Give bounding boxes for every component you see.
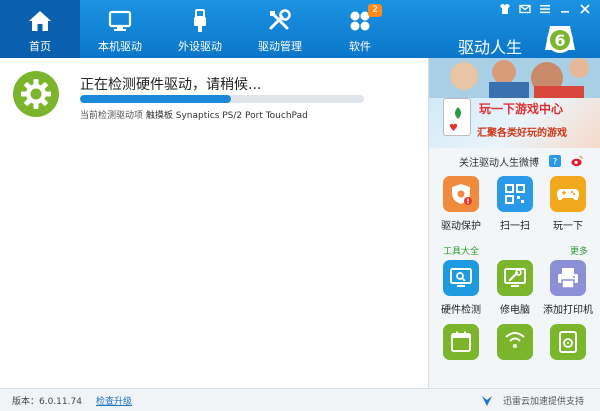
scan-status-label: 当前检测驱动项 bbox=[80, 111, 144, 121]
tool-driver-protection[interactable]: 驱动保护 bbox=[433, 176, 489, 232]
printer-icon bbox=[550, 260, 586, 296]
scan-status-indicator bbox=[13, 71, 59, 117]
nav-driver-management-label: 驱动管理 bbox=[258, 40, 302, 53]
qq-icon[interactable]: ? bbox=[549, 155, 561, 167]
top-navigation-bar: 首页 本机驱动 外设驱动 驱动管理 2 软件 驱动人生 6 bbox=[0, 0, 600, 58]
tools-icon bbox=[269, 9, 291, 30]
tool-scan-qr-label: 扫一扫 bbox=[500, 221, 530, 232]
tool-repair-computer-label: 修电脑 bbox=[500, 305, 530, 316]
scan-progress-bar bbox=[80, 95, 364, 103]
tools-more-link[interactable]: 更多 bbox=[570, 244, 588, 257]
tool-hardware-check[interactable]: 硬件检测 bbox=[433, 260, 489, 316]
mail-icon[interactable] bbox=[518, 3, 532, 17]
wifi-icon bbox=[497, 324, 533, 360]
tool-add-printer-label: 添加打印机 bbox=[543, 305, 593, 316]
calendar-icon bbox=[443, 324, 479, 360]
scan-progress-fill bbox=[80, 95, 231, 103]
nav-local-drivers[interactable]: 本机驱动 bbox=[80, 0, 160, 58]
tool-disk[interactable] bbox=[540, 324, 596, 360]
tool-wifi[interactable] bbox=[487, 324, 543, 360]
tool-repair-computer[interactable]: 修电脑 bbox=[487, 260, 543, 316]
tool-play-games-label: 玩一下 bbox=[553, 221, 583, 232]
shirt-icon[interactable] bbox=[498, 3, 512, 17]
banner-subtitle: 汇聚各类好玩的游戏 bbox=[477, 128, 567, 139]
brand-logo-icon: 6 bbox=[545, 26, 575, 53]
hardware-check-icon bbox=[443, 260, 479, 296]
brand-name: 驱动人生 bbox=[458, 38, 523, 57]
scan-status: 当前检测驱动项 触摸板 Synaptics PS/2 Port TouchPad bbox=[80, 108, 308, 121]
xunlei-bird-icon bbox=[482, 396, 492, 406]
shield-icon bbox=[443, 176, 479, 212]
window-controls bbox=[498, 3, 594, 17]
nav-home[interactable]: 首页 bbox=[0, 0, 80, 58]
gamepad-icon bbox=[550, 176, 586, 212]
weibo-icon[interactable] bbox=[571, 155, 583, 167]
brand-logo-text: 6 bbox=[554, 31, 565, 50]
monitor-icon bbox=[108, 10, 132, 31]
menu-icon[interactable] bbox=[538, 3, 552, 17]
tool-scan-qr[interactable]: 扫一扫 bbox=[487, 176, 543, 232]
game-center-banner[interactable]: ♥ 玩一下游戏中心 汇聚各类好玩的游戏 bbox=[429, 58, 600, 148]
nav-local-drivers-label: 本机驱动 bbox=[98, 40, 142, 53]
home-icon bbox=[29, 11, 51, 31]
usb-icon bbox=[194, 9, 206, 32]
svg-text:?: ? bbox=[553, 158, 558, 168]
disk-icon bbox=[550, 324, 586, 360]
gear-icon bbox=[21, 79, 51, 109]
follow-weibo-text[interactable]: 关注驱动人生微博 bbox=[459, 154, 539, 169]
scan-status-value: 触摸板 Synaptics PS/2 Port TouchPad bbox=[145, 111, 308, 121]
nav-home-label: 首页 bbox=[29, 40, 51, 53]
software-update-badge: 2 bbox=[368, 4, 382, 17]
tool-calendar[interactable] bbox=[433, 324, 489, 360]
repair-icon bbox=[497, 260, 533, 296]
main-panel: 正在检测硬件驱动，请稍候... 当前检测驱动项 触摸板 Synaptics PS… bbox=[0, 58, 428, 388]
banner-photo-icon bbox=[429, 58, 600, 98]
tool-hardware-check-label: 硬件检测 bbox=[441, 305, 481, 316]
qrcode-icon bbox=[497, 176, 533, 212]
side-panel: ♥ 玩一下游戏中心 汇聚各类好玩的游戏 关注驱动人生微博 ? 驱动保护 扫一扫 … bbox=[428, 58, 600, 388]
check-update-link[interactable]: 检查升级 bbox=[96, 394, 132, 407]
nav-peripheral-drivers-label: 外设驱动 bbox=[178, 40, 222, 53]
svg-text:♥: ♥ bbox=[449, 123, 458, 134]
tool-add-printer[interactable]: 添加打印机 bbox=[540, 260, 596, 316]
minimize-icon[interactable] bbox=[558, 3, 572, 17]
scan-title: 正在检测硬件驱动，请稍候... bbox=[80, 77, 262, 93]
playing-card-icon: ♥ bbox=[443, 98, 471, 136]
banner-title: 玩一下游戏中心 bbox=[479, 102, 564, 116]
nav-driver-management[interactable]: 驱动管理 bbox=[240, 0, 320, 58]
nav-software-label: 软件 bbox=[349, 40, 371, 53]
tool-driver-protection-label: 驱动保护 bbox=[441, 221, 481, 232]
xunlei-acceleration-text: 迅雷云加速提供支持 bbox=[502, 397, 584, 407]
nav-software[interactable]: 2 软件 bbox=[320, 0, 400, 58]
tool-play-games[interactable]: 玩一下 bbox=[540, 176, 596, 232]
version-text: 版本：6.0.11.74 bbox=[12, 397, 82, 407]
tools-section-title: 工具大全 bbox=[443, 247, 480, 257]
nav-peripheral-drivers[interactable]: 外设驱动 bbox=[160, 0, 240, 58]
close-icon[interactable] bbox=[578, 3, 592, 17]
status-footer: 版本：6.0.11.74 检查升级 迅雷云加速提供支持 bbox=[0, 388, 600, 411]
